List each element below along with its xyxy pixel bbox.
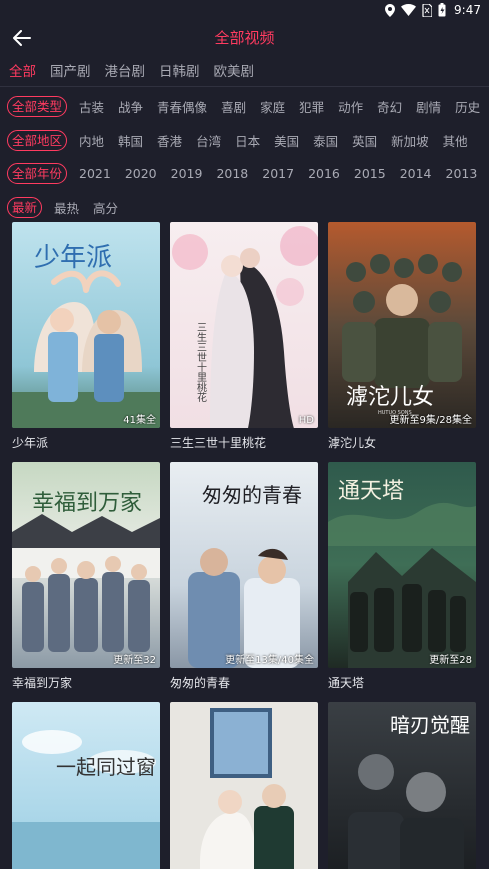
filter-option[interactable]: 2020 [125, 166, 157, 181]
header: 全部视频 [0, 22, 489, 54]
filter-option[interactable]: 动作 [338, 97, 363, 116]
filter-option[interactable]: 韩国 [118, 131, 143, 150]
tab-all[interactable]: 全部 [9, 60, 36, 80]
filter-option[interactable]: 喜剧 [221, 97, 246, 116]
poster-title-text: 少年派 [34, 243, 112, 273]
filter-option[interactable]: 香港 [157, 131, 182, 150]
filter-option[interactable]: 奇幻 [377, 97, 402, 116]
quality-badge: HD [298, 415, 314, 426]
filter-option[interactable]: 2014 [400, 166, 432, 181]
filter-option[interactable]: 2016 [308, 166, 340, 181]
tab-mainland[interactable]: 国产剧 [50, 60, 91, 80]
tab-hk-tw[interactable]: 港台剧 [105, 60, 146, 80]
poster-title-text: 匆匆的青春 [202, 483, 302, 507]
filter-option[interactable]: 2017 [262, 166, 294, 181]
filter-option[interactable]: 家庭 [260, 97, 285, 116]
episode-badge: 更新至13集/40集全 [225, 655, 314, 666]
sim-card-icon [422, 3, 433, 17]
video-title: 滹沱儿女 [328, 436, 377, 450]
page-title: 全部视频 [214, 29, 275, 47]
filter-option[interactable]: 2018 [216, 166, 248, 181]
video-poster: 一起同过窗 [12, 702, 160, 869]
filter-option[interactable]: 其他 [443, 131, 468, 150]
video-poster: 滹沱儿女 HUTUO SONS 更新至9集/28集全 [328, 222, 476, 428]
video-poster: 暗刃觉醒 [328, 702, 476, 869]
filter-option[interactable]: 日本 [235, 131, 260, 150]
filter-year-selected[interactable]: 全部年份 [7, 162, 68, 184]
filter-option[interactable]: 美国 [274, 131, 299, 150]
filter-row-region: 全部地区 内地 韩国 香港 台湾 日本 美国 泰国 英国 新加坡 其他 [0, 128, 489, 152]
filter-option[interactable]: 英国 [352, 131, 377, 150]
filter-option[interactable]: 2013 [446, 166, 478, 181]
episode-badge: 41集全 [123, 415, 156, 426]
filter-option[interactable]: 2019 [171, 166, 203, 181]
filter-row-sort: 最新 最热 高分 [0, 195, 489, 219]
filter-row-year: 全部年份 2021 2020 2019 2018 2017 2016 2015 … [0, 161, 489, 185]
video-poster: 三生三世十里桃花 HD [170, 222, 318, 428]
sort-option[interactable]: 最热 [54, 198, 79, 217]
video-poster: 幸福到万家 更新至32 [12, 462, 160, 668]
filter-type-selected[interactable]: 全部类型 [7, 95, 68, 117]
filter-option[interactable]: 台湾 [196, 131, 221, 150]
episode-badge: 更新至32 [113, 655, 156, 666]
episode-badge: 更新至28 [429, 655, 472, 666]
filter-option[interactable]: 泰国 [313, 131, 338, 150]
location-icon [385, 3, 396, 17]
poster-title-text: 三生三世十里桃花 [195, 322, 207, 402]
filter-option[interactable]: 历史 [455, 97, 480, 116]
episode-badge: 更新至9集/28集全 [389, 415, 472, 426]
poster-title-text: 通天塔 [338, 479, 404, 504]
video-title: 三生三世十里桃花 [170, 436, 267, 450]
filter-option[interactable]: 2021 [79, 166, 111, 181]
video-title: 少年派 [12, 436, 49, 450]
video-title: 通天塔 [328, 676, 365, 690]
video-poster: 通天塔 更新至28 [328, 462, 476, 668]
filter-option[interactable]: 古装 [79, 97, 104, 116]
tab-western[interactable]: 欧美剧 [214, 60, 255, 80]
battery-icon [438, 3, 446, 17]
poster-title-text: 滹沱儿女 [346, 385, 434, 410]
filter-option[interactable]: 战争 [118, 97, 143, 116]
sort-option[interactable]: 高分 [93, 198, 118, 217]
video-poster: 匆匆的青春 更新至13集/40集全 [170, 462, 318, 668]
video-title: 匆匆的青春 [170, 676, 231, 690]
video-poster [170, 702, 318, 869]
poster-title-text: 一起同过窗 [56, 755, 156, 779]
status-bar: 9:47 [0, 0, 489, 20]
video-title: 幸福到万家 [12, 676, 73, 690]
filter-option[interactable]: 青春偶像 [157, 97, 207, 116]
sort-selected[interactable]: 最新 [7, 196, 43, 218]
video-poster: 少年派 41集全 [12, 222, 160, 428]
poster-title-text: 暗刃觉醒 [390, 713, 470, 737]
filter-option[interactable]: 剧情 [416, 97, 441, 116]
tab-jp-kr[interactable]: 日韩剧 [159, 60, 200, 80]
filter-option[interactable]: 内地 [79, 131, 104, 150]
filter-region-selected[interactable]: 全部地区 [7, 129, 68, 151]
tabs-divider [0, 86, 489, 87]
wifi-icon [401, 4, 417, 16]
category-tabs: 全部 国产剧 港台剧 日韩剧 欧美剧 [0, 56, 489, 84]
filter-option[interactable]: 2015 [354, 166, 386, 181]
status-time: 9:47 [454, 3, 481, 17]
poster-title-text: 幸福到万家 [32, 491, 142, 516]
filter-option[interactable]: 新加坡 [391, 131, 429, 150]
filter-option[interactable]: 犯罪 [299, 97, 324, 116]
filter-row-type: 全部类型 古装 战争 青春偶像 喜剧 家庭 犯罪 动作 奇幻 剧情 历史 [0, 94, 489, 118]
